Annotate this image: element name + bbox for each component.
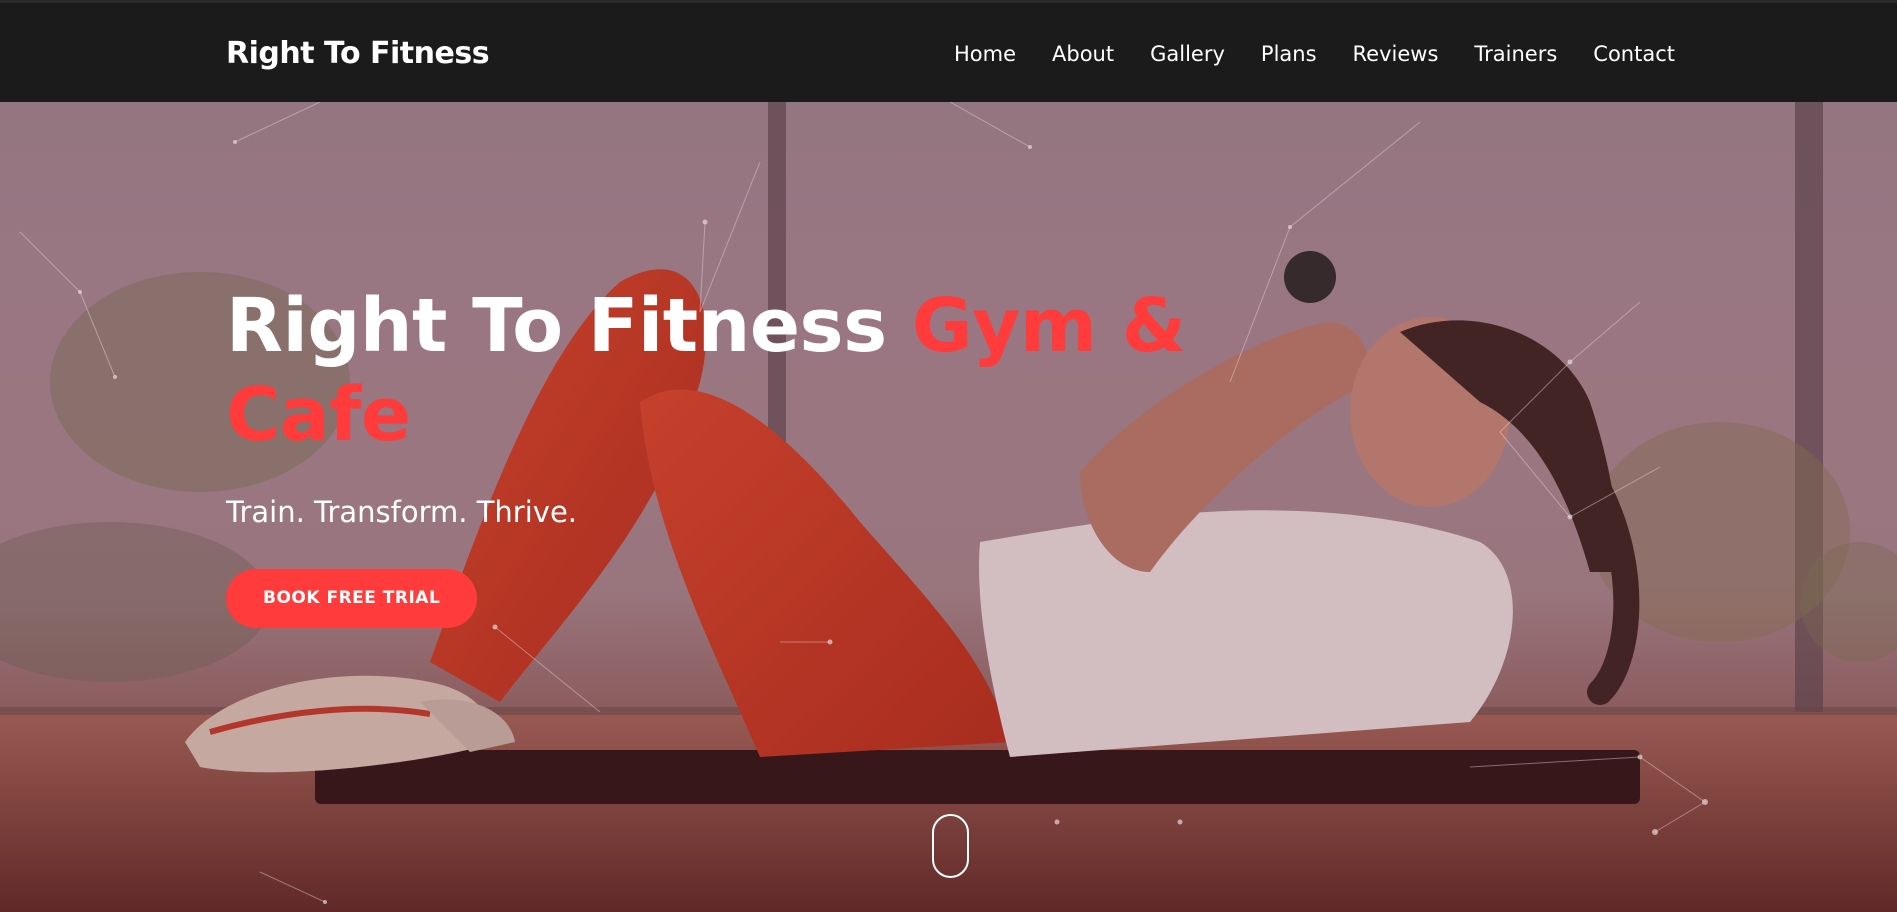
nav-link-contact[interactable]: Contact [1575,42,1675,66]
nav-menu: Home About Gallery Plans Reviews Trainer… [936,42,1675,66]
page: Right To Fitness Home About Gallery Plan… [0,0,1897,912]
nav-link-plans[interactable]: Plans [1243,42,1335,66]
nav-link-reviews[interactable]: Reviews [1335,42,1457,66]
nav-link-trainers[interactable]: Trainers [1456,42,1575,66]
nav-item-gallery: Gallery [1132,42,1243,66]
nav-item-reviews: Reviews [1335,42,1457,66]
nav-item-plans: Plans [1243,42,1335,66]
nav-item-home: Home [936,42,1034,66]
nav-item-contact: Contact [1575,42,1675,66]
brand-logo[interactable]: Right To Fitness [226,36,490,71]
scroll-down-icon[interactable] [932,814,969,878]
nav-item-trainers: Trainers [1456,42,1575,66]
nav-item-about: About [1034,42,1132,66]
nav-link-about[interactable]: About [1034,42,1132,66]
hero-title: Right To Fitness Gym & Cafe [226,282,1276,460]
nav-link-gallery[interactable]: Gallery [1132,42,1243,66]
hero-content: Right To Fitness Gym & Cafe Train. Trans… [226,282,1276,628]
hero-title-main: Right To Fitness [226,283,912,369]
hero-tagline: Train. Transform. Thrive. [226,495,578,529]
navbar: Right To Fitness Home About Gallery Plan… [0,0,1897,102]
book-free-trial-button[interactable]: BOOK FREE TRIAL [226,569,478,628]
nav-link-home[interactable]: Home [936,42,1034,66]
hero-section: Right To Fitness Gym & Cafe Train. Trans… [0,102,1897,912]
